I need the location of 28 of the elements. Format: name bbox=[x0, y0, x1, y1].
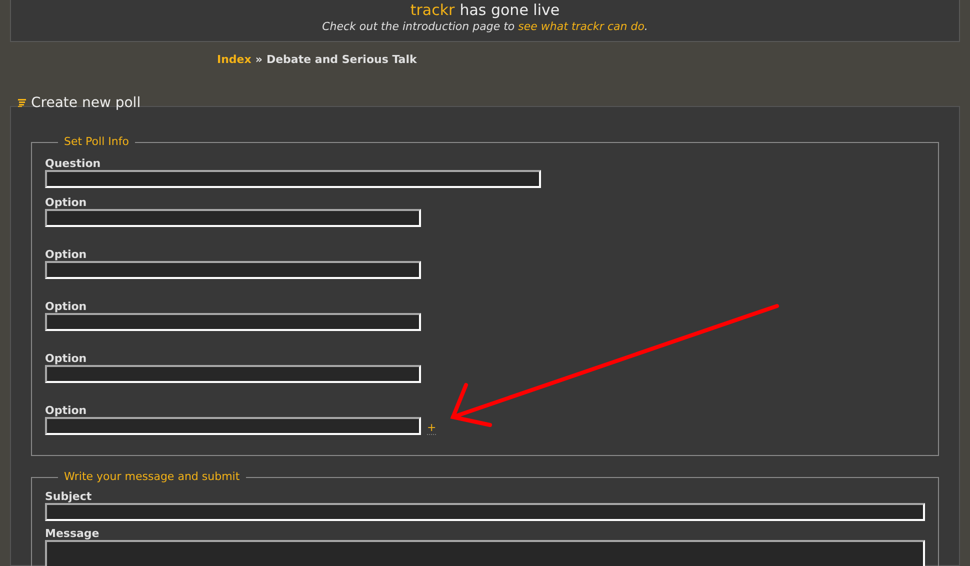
list-icon bbox=[18, 99, 26, 107]
field-label: Option bbox=[45, 300, 87, 312]
breadcrumb-separator: » bbox=[255, 53, 262, 67]
field-label: Subject bbox=[45, 490, 92, 502]
subject-field[interactable] bbox=[45, 502, 925, 520]
breadcrumb-current: Debate and Serious Talk bbox=[266, 53, 417, 67]
breadcrumb-link[interactable]: Index bbox=[217, 53, 252, 67]
period-text: . bbox=[644, 20, 648, 34]
option-field[interactable] bbox=[45, 260, 421, 278]
intro-link[interactable]: see what trackr can do bbox=[518, 20, 644, 34]
fieldset-legend: Set Poll Info bbox=[58, 134, 135, 150]
option-field[interactable] bbox=[45, 416, 421, 434]
fieldset-legend: Write your message and submit bbox=[58, 469, 246, 486]
option-field[interactable] bbox=[45, 364, 421, 382]
add-option-link[interactable]: + bbox=[427, 422, 436, 434]
field-label: Option bbox=[45, 196, 87, 208]
field-label: Message bbox=[45, 526, 100, 540]
question-field[interactable] bbox=[45, 170, 541, 188]
option-field[interactable] bbox=[45, 208, 421, 226]
page-heading: Create new poll bbox=[31, 94, 141, 112]
field-label: Question bbox=[45, 156, 101, 170]
field-label: Option bbox=[45, 404, 87, 416]
announcement-title: has gone live bbox=[460, 1, 560, 20]
field-label: Option bbox=[45, 352, 87, 364]
option-field[interactable] bbox=[45, 312, 421, 330]
field-label: Option bbox=[45, 248, 87, 260]
announcement-text: Check out the introduction page to bbox=[322, 20, 516, 34]
brand-name: trackr bbox=[410, 1, 455, 20]
